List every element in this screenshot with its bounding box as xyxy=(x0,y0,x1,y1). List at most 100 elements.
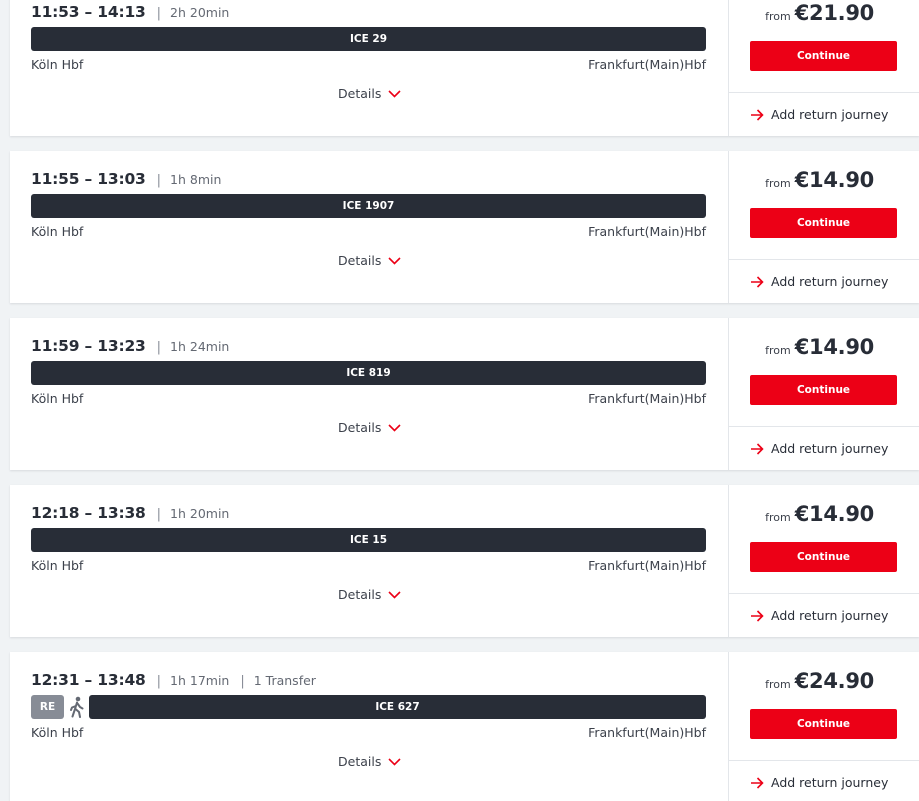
price-row: from €21.90 xyxy=(765,1,874,25)
continue-button[interactable]: Continue xyxy=(750,41,897,71)
chevron-down-icon xyxy=(388,89,401,98)
origin-station: Köln Hbf xyxy=(31,391,84,406)
chevron-down-icon xyxy=(388,757,401,766)
add-return-journey-link[interactable]: Add return journey xyxy=(729,259,919,303)
journey-info: 11:53 – 14:13 | 2h 20min ICE 29 Köln Hbf Fran… xyxy=(10,0,728,136)
details-label: Details xyxy=(338,86,382,101)
connection-card: 11:59 – 13:23 | 1h 24min ICE 819 Köln Hbf Fra… xyxy=(10,318,919,470)
journey-segments: RE ICE 627 xyxy=(31,695,706,719)
time-row: 11:53 – 14:13 | 2h 20min xyxy=(31,3,229,21)
from-label: from xyxy=(765,10,791,23)
departure-arrival-time: 11:55 – 13:03 xyxy=(31,170,146,188)
transfer-count: 1 Transfer xyxy=(253,673,316,688)
price: €24.90 xyxy=(794,669,875,693)
connection-card: 12:31 – 13:48 | 1h 17min | 1 Transfer RE ICE 6… xyxy=(10,652,919,801)
stations-row: Köln Hbf Frankfurt(Main)Hbf xyxy=(31,224,706,239)
add-return-journey-link[interactable]: Add return journey xyxy=(729,593,919,637)
departure-arrival-time: 12:18 – 13:38 xyxy=(31,504,146,522)
price: €14.90 xyxy=(794,502,875,526)
destination-station: Frankfurt(Main)Hbf xyxy=(588,558,706,573)
separator: | xyxy=(156,340,162,355)
price-panel: from €21.90 Continue Add return journey xyxy=(728,0,919,136)
details-label: Details xyxy=(338,754,382,769)
from-label: from xyxy=(765,678,791,691)
separator: | xyxy=(156,674,162,689)
price: €21.90 xyxy=(794,1,875,25)
departure-arrival-time: 11:59 – 13:23 xyxy=(31,337,146,355)
destination-station: Frankfurt(Main)Hbf xyxy=(588,725,706,740)
departure-arrival-time: 12:31 – 13:48 xyxy=(31,671,146,689)
chevron-down-icon xyxy=(388,590,401,599)
train-bar[interactable]: ICE 1907 xyxy=(31,194,706,218)
departure-arrival-time: 11:53 – 14:13 xyxy=(31,3,146,21)
add-return-journey-link[interactable]: Add return journey xyxy=(729,760,919,801)
duration: 1h 8min xyxy=(170,172,222,187)
details-label: Details xyxy=(338,420,382,435)
price-panel: from €14.90 Continue Add return journey xyxy=(728,485,919,637)
connection-card: 11:53 – 14:13 | 2h 20min ICE 29 Köln Hbf Fran… xyxy=(10,0,919,136)
journey-info: 11:55 – 13:03 | 1h 8min ICE 1907 Köln Hbf Fra… xyxy=(10,151,728,303)
continue-button[interactable]: Continue xyxy=(750,375,897,405)
journey-info: 11:59 – 13:23 | 1h 24min ICE 819 Köln Hbf Fra… xyxy=(10,318,728,470)
time-row: 12:31 – 13:48 | 1h 17min | 1 Transfer xyxy=(31,671,316,689)
journey-segments: ICE 15 xyxy=(31,528,706,552)
time-row: 11:59 – 13:23 | 1h 24min xyxy=(31,337,229,355)
train-bar[interactable]: ICE 29 xyxy=(31,27,706,51)
time-row: 11:55 – 13:03 | 1h 8min xyxy=(31,170,221,188)
train-bar[interactable]: ICE 15 xyxy=(31,528,706,552)
separator: | xyxy=(240,674,245,689)
details-toggle[interactable]: Details xyxy=(338,86,401,101)
journey-segments: ICE 1907 xyxy=(31,194,706,218)
duration: 1h 17min xyxy=(170,673,230,688)
price-panel: from €24.90 Continue Add return journey xyxy=(728,652,919,801)
separator: | xyxy=(156,6,162,21)
add-return-label: Add return journey xyxy=(771,775,889,790)
details-toggle[interactable]: Details xyxy=(338,754,401,769)
origin-station: Köln Hbf xyxy=(31,558,84,573)
from-label: from xyxy=(765,511,791,524)
stations-row: Köln Hbf Frankfurt(Main)Hbf xyxy=(31,725,706,740)
price-panel: from €14.90 Continue Add return journey xyxy=(728,318,919,470)
chevron-down-icon xyxy=(388,423,401,432)
add-return-label: Add return journey xyxy=(771,107,889,122)
stations-row: Köln Hbf Frankfurt(Main)Hbf xyxy=(31,391,706,406)
regional-train-badge[interactable]: RE xyxy=(31,695,64,719)
connection-card: 12:18 – 13:38 | 1h 20min ICE 15 Köln Hbf Fran… xyxy=(10,485,919,637)
price-row: from €14.90 xyxy=(765,335,874,359)
arrow-right-icon xyxy=(750,275,764,288)
train-bar[interactable]: ICE 627 xyxy=(89,695,706,719)
add-return-label: Add return journey xyxy=(771,608,889,623)
connection-card: 11:55 – 13:03 | 1h 8min ICE 1907 Köln Hbf Fra… xyxy=(10,151,919,303)
arrow-right-icon xyxy=(750,776,764,789)
separator: | xyxy=(156,507,162,522)
origin-station: Köln Hbf xyxy=(31,224,84,239)
price-row: from €24.90 xyxy=(765,669,874,693)
details-toggle[interactable]: Details xyxy=(338,253,401,268)
continue-button[interactable]: Continue xyxy=(750,709,897,739)
duration: 1h 24min xyxy=(170,339,230,354)
from-label: from xyxy=(765,344,791,357)
destination-station: Frankfurt(Main)Hbf xyxy=(588,57,706,72)
arrow-right-icon xyxy=(750,108,764,121)
origin-station: Köln Hbf xyxy=(31,725,84,740)
stations-row: Köln Hbf Frankfurt(Main)Hbf xyxy=(31,558,706,573)
continue-button[interactable]: Continue xyxy=(750,208,897,238)
origin-station: Köln Hbf xyxy=(31,57,84,72)
time-row: 12:18 – 13:38 | 1h 20min xyxy=(31,504,229,522)
add-return-journey-link[interactable]: Add return journey xyxy=(729,426,919,470)
price: €14.90 xyxy=(794,168,875,192)
stations-row: Köln Hbf Frankfurt(Main)Hbf xyxy=(31,57,706,72)
details-label: Details xyxy=(338,587,382,602)
price-panel: from €14.90 Continue Add return journey xyxy=(728,151,919,303)
details-toggle[interactable]: Details xyxy=(338,420,401,435)
price-row: from €14.90 xyxy=(765,502,874,526)
continue-button[interactable]: Continue xyxy=(750,542,897,572)
journey-info: 12:18 – 13:38 | 1h 20min ICE 15 Köln Hbf Fran… xyxy=(10,485,728,637)
train-bar[interactable]: ICE 819 xyxy=(31,361,706,385)
connection-list: 11:53 – 14:13 | 2h 20min ICE 29 Köln Hbf Fran… xyxy=(10,0,919,801)
add-return-journey-link[interactable]: Add return journey xyxy=(729,92,919,136)
details-toggle[interactable]: Details xyxy=(338,587,401,602)
journey-info: 12:31 – 13:48 | 1h 17min | 1 Transfer RE ICE 6… xyxy=(10,652,728,801)
from-label: from xyxy=(765,177,791,190)
add-return-label: Add return journey xyxy=(771,274,889,289)
